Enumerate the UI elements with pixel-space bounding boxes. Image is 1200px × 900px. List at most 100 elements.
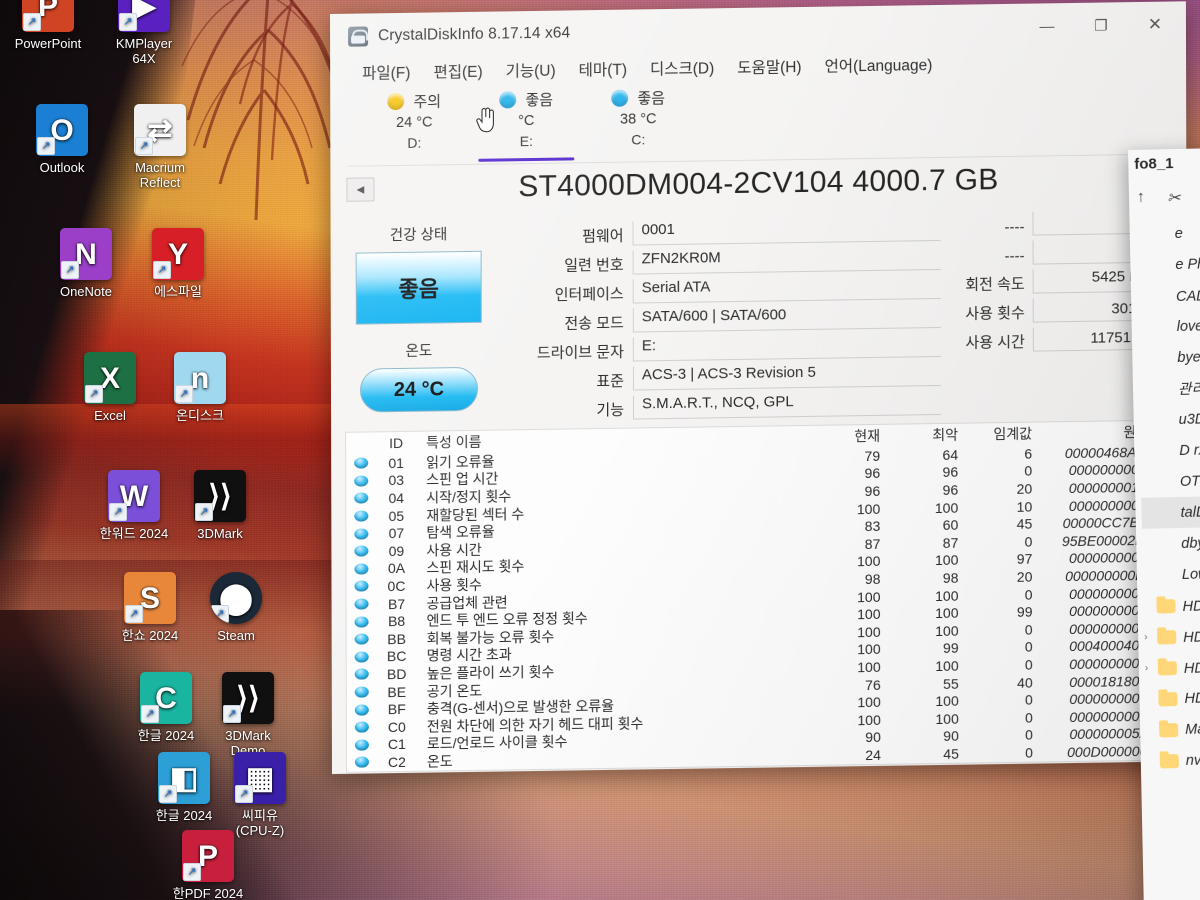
explorer-item-label: e [1174, 225, 1184, 242]
explorer-item-label: 관리 [1177, 381, 1200, 399]
attribute-current: 96 [864, 482, 881, 500]
attribute-threshold: 0 [1024, 638, 1033, 656]
explorer-list-item[interactable]: OTICE v1.34K [1141, 460, 1200, 498]
attribute-current: 79 [864, 447, 881, 464]
explorer-list-item[interactable]: HDD 데이터복구 [1143, 584, 1200, 622]
minimize-button[interactable]: — [1020, 4, 1074, 49]
desktop-icon-10[interactable]: S 한쇼 2024 [102, 572, 198, 643]
menu-item-5[interactable]: 도움말(H) [737, 55, 801, 78]
desktop-icon-11[interactable]: ⬤ Steam [188, 572, 284, 643]
metric-label: ---- [1004, 247, 1025, 266]
disk-letter-text: C: [631, 131, 646, 148]
temperature-badge[interactable]: 24 °C [359, 366, 479, 413]
menu-item-1[interactable]: 편집(E) [433, 60, 482, 83]
desktop-icon-6[interactable]: X Excel [62, 352, 158, 423]
desktop-icon-13[interactable]: ⟩⟩3DMarkDemo [200, 672, 296, 758]
desktop-icon-glyph: N [60, 228, 112, 280]
field-label: 인터페이스 [554, 285, 624, 304]
explorer-list-item[interactable]: e [1135, 212, 1200, 250]
chevron-right-icon[interactable]: › [1145, 662, 1158, 674]
desktop-icon-9[interactable]: ⟩⟩ 3DMark [172, 470, 268, 541]
threshold-column-header: 임계값 [993, 425, 1033, 443]
attribute-threshold: 6 [1024, 445, 1033, 462]
disk-detail-fields: 펌웨어 0001 일련 번호 ZFN2KR0M 인터페이스 Serial ATA 전송 모드… [492, 202, 942, 422]
attribute-id: BB [387, 630, 406, 647]
menu-item-3[interactable]: 테마(T) [579, 58, 627, 81]
health-status-label: 건강 상태 [389, 227, 448, 245]
maximize-button[interactable]: ❐ [1074, 3, 1128, 48]
explorer-list-item[interactable]: Low Level Format [1143, 553, 1200, 591]
explorer-list-item[interactable]: nvidea driver [1146, 739, 1200, 777]
explorer-list-item[interactable]: › HDD 베드섹터 자료 [1144, 615, 1200, 653]
chevron-right-icon[interactable]: › [1144, 631, 1157, 643]
attribute-id: 09 [388, 542, 405, 559]
menu-item-0[interactable]: 파일(F) [362, 61, 410, 84]
attribute-status-dot [347, 721, 377, 733]
menu-item-2[interactable]: 기능(U) [506, 59, 556, 82]
explorer-list-item[interactable]: talDiskInfo8_17_14 [1141, 491, 1200, 529]
app-icon [348, 26, 369, 47]
explorer-item-label: D rx driver [1179, 441, 1200, 459]
attribute-worst: 100 [935, 710, 959, 727]
prev-disk-button[interactable]: ◀ [346, 177, 375, 202]
explorer-list-item[interactable]: byedpi-0.1.6 [1138, 336, 1200, 374]
explorer-list-item[interactable]: e Photoshop 2 [1136, 243, 1200, 281]
explorer-list-item[interactable]: CAD 2023 한글 [1137, 274, 1200, 312]
attribute-worst: 99 [943, 640, 959, 657]
health-status-badge[interactable]: 좋음 [355, 250, 482, 325]
smart-attribute-table[interactable]: ID 특성 이름 현재 최악 임계값 원시값 01읽기 오류율796460000… [345, 419, 1174, 773]
attribute-id: 03 [388, 472, 405, 489]
metric-label: 회전 속도 [965, 275, 1025, 294]
menu-item-6[interactable]: 언어(Language) [825, 53, 933, 77]
explorer-cut-icon[interactable]: ✂ [1167, 188, 1181, 208]
desktop-icon-0[interactable]: P PowerPoint [0, 0, 96, 51]
explorer-list-item[interactable]: D rx driver [1140, 429, 1200, 467]
desktop-icon-16[interactable]: P 한PDF 2024 [156, 830, 260, 900]
attribute-id: 0A [387, 560, 406, 577]
desktop-icon-15[interactable]: ▦씨피유(CPU-Z) [212, 752, 308, 838]
explorer-up-icon[interactable]: ↑ [1137, 189, 1145, 209]
explorer-list-item[interactable]: › HDD 조각모음 [1145, 646, 1200, 684]
attribute-threshold: 0 [1024, 533, 1033, 550]
field-value: S.M.A.R.T., NCQ, GPL [632, 390, 942, 420]
disk-temp-text: 38 °C [620, 111, 657, 128]
attribute-current: 96 [864, 465, 881, 482]
explorer-item-label: e Photoshop 2 [1175, 254, 1200, 273]
desktop-icon-glyph: ▶ [118, 0, 170, 32]
desktop-icon-glyph: P [182, 830, 234, 882]
explorer-list-item[interactable]: 관리 [1139, 367, 1200, 405]
attribute-status-dot [347, 686, 377, 698]
explorer-list-item[interactable]: HDDScan-3.3 [1145, 677, 1200, 715]
attribute-status-dot [346, 492, 376, 505]
explorer-list-item[interactable]: Macrium Reflect Hdd Clone Backup [1146, 708, 1200, 746]
menu-item-4[interactable]: 디스크(D) [650, 56, 714, 79]
attribute-current: 100 [856, 500, 881, 517]
close-button[interactable]: ✕ [1128, 2, 1182, 47]
disk-tab-d[interactable]: 주의 24 °C D: [358, 90, 470, 162]
explorer-item-label: talDiskInfo8_17_14 [1180, 501, 1200, 521]
desktop-icon-1[interactable]: ▶ KMPlayer64X [96, 0, 192, 66]
attribute-worst: 96 [942, 464, 959, 481]
field-label: 표준 [596, 372, 624, 391]
desktop-icon-5[interactable]: Y 에스파일 [130, 228, 226, 299]
attribute-worst: 100 [935, 692, 959, 710]
field-value: 0001 [632, 216, 941, 246]
explorer-item-label: love [1176, 317, 1200, 335]
desktop-icon-2[interactable]: O Outlook [14, 104, 110, 175]
explorer-list-item[interactable]: u3D.com]-MSIAfterb [1139, 398, 1200, 436]
disk-tab-c[interactable]: 좋음 38 °C C: [582, 87, 694, 159]
desktop-icon-7[interactable]: n 온디스크 [152, 352, 248, 423]
desktop-icon-4[interactable]: N OneNote [38, 228, 134, 299]
desktop-icon-8[interactable]: W 한워드 2024 [82, 470, 186, 541]
attribute-current: 100 [857, 711, 881, 728]
explorer-list-item[interactable]: dbyedpi-0.1.6 [1142, 522, 1200, 560]
explorer-item-label: byedpi-0.1.6 [1177, 347, 1200, 366]
mouse-cursor-hand-icon [476, 107, 494, 133]
desktop-icon-3[interactable]: ⇄ MacriumReflect [112, 104, 208, 190]
id-column-header: ID [389, 434, 404, 452]
crystaldiskinfo-window[interactable]: CrystalDiskInfo 8.17.14 x64 — ❐ ✕ 파일(F) 편… [330, 1, 1188, 775]
desktop-icon-label: 온디스크 [176, 408, 224, 423]
attribute-threshold: 20 [1016, 480, 1033, 497]
explorer-list-item[interactable]: love [1137, 305, 1200, 343]
attribute-threshold: 97 [1016, 550, 1033, 568]
